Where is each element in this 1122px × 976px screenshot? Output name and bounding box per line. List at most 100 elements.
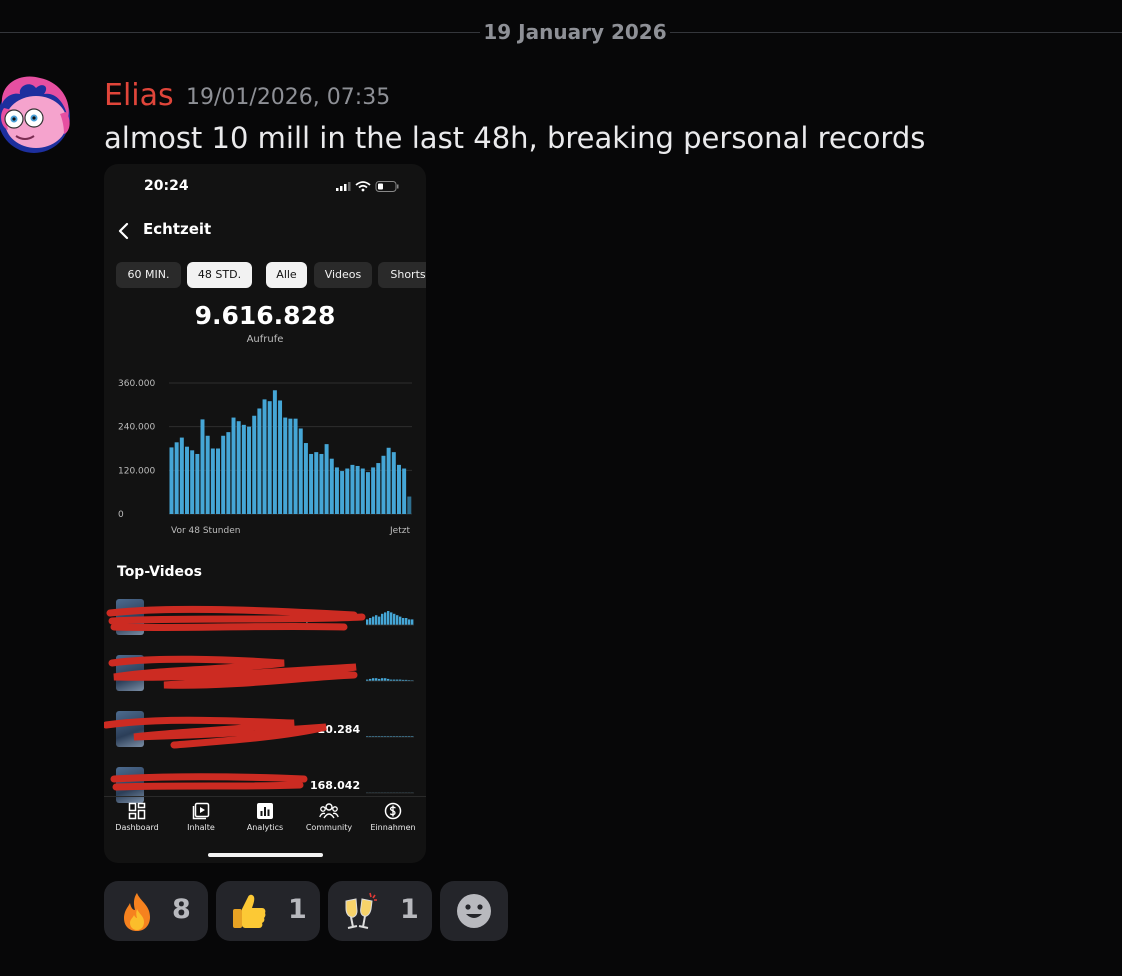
reaction-thumbs-up[interactable]: 1	[216, 881, 320, 941]
y-tick-label: 0	[118, 510, 124, 520]
divider-line-right	[670, 32, 1122, 33]
reaction-clinking-glasses[interactable]: 1	[328, 881, 432, 941]
chart-bar	[340, 471, 345, 514]
chart-bar	[314, 452, 319, 514]
chart-bar	[262, 399, 267, 515]
sparkline-bar	[375, 678, 378, 681]
top-video-row[interactable]: 1,9 Mio.	[104, 655, 426, 695]
date-divider: 19 January 2026	[0, 16, 1122, 50]
chart-bar	[371, 467, 376, 514]
divider-line-left	[0, 32, 480, 33]
chart-bar	[283, 417, 288, 514]
x-end-label: Jetzt	[389, 526, 410, 536]
chart-bar	[391, 452, 396, 514]
y-tick-label: 120.000	[118, 466, 155, 476]
add-reaction-button[interactable]	[440, 881, 508, 941]
chart-bar	[355, 465, 360, 514]
nav-label: Dashboard	[115, 823, 159, 832]
bottom-nav: Dashboard Inhalte Analytics Community Ei…	[104, 796, 426, 843]
clinking-glasses-emoji-icon	[345, 892, 377, 929]
nav-label: Analytics	[246, 823, 284, 832]
date-divider-label: 19 January 2026	[483, 20, 667, 44]
chart-bar	[210, 448, 215, 514]
chart-bar	[324, 444, 329, 514]
chart-bar	[226, 432, 231, 515]
dashboard-icon	[128, 802, 146, 820]
top-video-row[interactable]: 6,7 Mio.	[104, 599, 426, 639]
chart-bar	[298, 428, 303, 514]
filter-48-std[interactable]: 48 STD.	[187, 262, 252, 288]
filter-videos[interactable]: Videos	[314, 262, 372, 288]
chart-bar	[386, 447, 391, 514]
message-author[interactable]: Elias	[104, 78, 174, 113]
top-videos-title: Top-Videos	[117, 564, 202, 580]
chart-bar	[200, 419, 205, 514]
chart-bar	[396, 464, 401, 515]
phone-status-time: 20:24	[144, 178, 189, 194]
avatar[interactable]	[0, 74, 72, 156]
sparkline-bar	[384, 612, 387, 625]
nav-dashboard[interactable]: Dashboard	[105, 797, 169, 843]
chart-bar	[179, 437, 184, 514]
attachment-image[interactable]: 20:24 Echtzeit 60 MIN. 48 STD. Alle Vide…	[104, 164, 426, 863]
sparkline-bar	[381, 613, 384, 625]
filter-pills: 60 MIN. 48 STD. Alle Videos Shorts	[116, 262, 426, 288]
reaction-fire[interactable]: 8	[104, 881, 208, 941]
chart-bar	[236, 421, 241, 514]
message-text: almost 10 mill in the last 48h, breaking…	[104, 121, 926, 155]
chart-bar	[309, 453, 314, 514]
sparkline-bar	[381, 678, 384, 681]
filter-shorts[interactable]: Shorts	[378, 262, 426, 288]
top-video-row[interactable]: 720.284	[104, 711, 426, 751]
chart-bar	[334, 467, 339, 514]
chart-bar	[174, 442, 179, 514]
sparkline-bar	[366, 619, 369, 625]
chart-bar	[360, 468, 365, 514]
sparkline-bar	[378, 616, 381, 625]
sparkline-bar	[387, 611, 390, 625]
back-chevron-icon[interactable]	[116, 221, 132, 241]
filter-60-min[interactable]: 60 MIN.	[116, 262, 181, 288]
nav-analytics[interactable]: Analytics	[233, 797, 297, 843]
reaction-count: 1	[288, 894, 307, 925]
chart-bar	[350, 464, 355, 515]
nav-content[interactable]: Inhalte	[169, 797, 233, 843]
fire-emoji-icon	[124, 893, 150, 931]
thumbs-up-emoji-icon	[233, 894, 266, 928]
nav-earnings[interactable]: Einnahmen	[361, 797, 425, 843]
chart-bar	[288, 418, 293, 514]
chart-bar	[185, 446, 189, 514]
chart-bar	[241, 424, 246, 514]
nav-community[interactable]: Community	[297, 797, 361, 843]
sparkline-bar	[396, 615, 399, 625]
video-sparkline	[366, 611, 414, 626]
chart-bar	[267, 401, 272, 514]
nav-label: Inhalte	[187, 823, 215, 832]
total-views-label: Aufrufe	[246, 334, 284, 345]
nav-label: Einnahmen	[370, 823, 416, 832]
chart-bar	[190, 450, 195, 514]
chart-bar	[252, 415, 257, 514]
video-sparkline	[366, 792, 414, 794]
sparkline-bar	[375, 615, 378, 625]
sparkline-bar	[408, 619, 411, 625]
analytics-icon	[257, 803, 273, 819]
sparkline-bar	[390, 612, 393, 625]
screen-title: Echtzeit	[143, 220, 212, 238]
sparkline-bar	[399, 616, 402, 625]
chart-bar	[329, 458, 334, 514]
sparkline-bar	[393, 613, 396, 625]
chart-bar	[365, 472, 370, 514]
chart-bar	[231, 417, 236, 514]
community-icon	[319, 803, 339, 819]
sparkline-bar	[369, 618, 372, 625]
home-indicator	[208, 853, 323, 857]
filter-all[interactable]: Alle	[266, 262, 307, 288]
chart-bar	[407, 496, 412, 514]
chart-bar	[205, 435, 210, 514]
reaction-count: 1	[400, 894, 419, 925]
chart-bar	[272, 390, 277, 514]
chart-bar	[345, 468, 350, 514]
chart-bar	[381, 455, 386, 514]
total-views-value: 9.616.828	[194, 301, 336, 330]
